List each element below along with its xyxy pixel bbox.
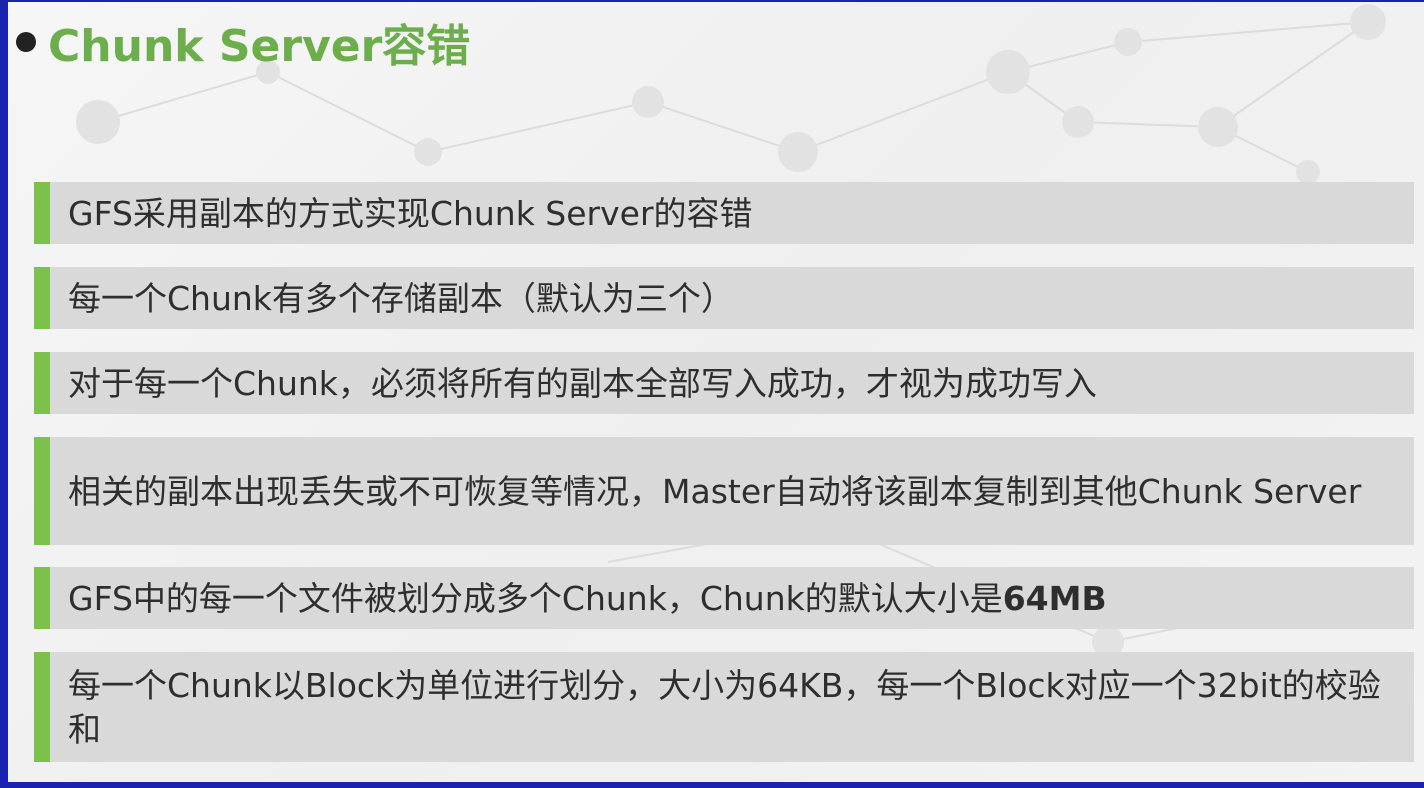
slide-title-row: Chunk Server容错 xyxy=(16,10,470,74)
bullet-item-3: 对于每一个Chunk，必须将所有的副本全部写入成功，才视为成功写入 xyxy=(34,352,1414,414)
bullet-item-text: 对于每一个Chunk，必须将所有的副本全部写入成功，才视为成功写入 xyxy=(68,364,1097,403)
slide-title: Chunk Server容错 xyxy=(48,21,471,72)
bullet-item-text: 相关的副本出现丢失或不可恢复等情况，Master自动将该副本复制到其他Chunk… xyxy=(68,472,1362,511)
accent-bar xyxy=(34,267,50,329)
bullet-item-4: 相关的副本出现丢失或不可恢复等情况，Master自动将该副本复制到其他Chunk… xyxy=(34,437,1414,545)
slide: Chunk Server容错 GFS采用副本的方式实现Chunk Server的… xyxy=(8,2,1424,782)
accent-bar xyxy=(34,652,50,762)
bullet-item-text: GFS中的每一个文件被划分成多个Chunk，Chunk的默认大小是64MB xyxy=(68,579,1107,618)
bullet-dot-icon xyxy=(16,32,36,52)
accent-bar xyxy=(34,437,50,545)
accent-bar xyxy=(34,352,50,414)
accent-bar xyxy=(34,567,50,629)
chunk-size-value: 64MB xyxy=(1002,579,1107,618)
bullet-item-text: GFS采用副本的方式实现Chunk Server的容错 xyxy=(68,194,753,233)
bullet-item-text: 每一个Chunk有多个存储副本（默认为三个） xyxy=(68,279,734,318)
bullet-item-2: 每一个Chunk有多个存储副本（默认为三个） xyxy=(34,267,1414,329)
bullet-item-6: 每一个Chunk以Block为单位进行划分，大小为64KB，每一个Block对应… xyxy=(34,652,1414,762)
bullet-item-1: GFS采用副本的方式实现Chunk Server的容错 xyxy=(34,182,1414,244)
bullet-item-5: GFS中的每一个文件被划分成多个Chunk，Chunk的默认大小是64MB xyxy=(34,567,1414,629)
bullet-item-text: 每一个Chunk以Block为单位进行划分，大小为64KB，每一个Block对应… xyxy=(68,666,1381,749)
accent-bar xyxy=(34,182,50,244)
